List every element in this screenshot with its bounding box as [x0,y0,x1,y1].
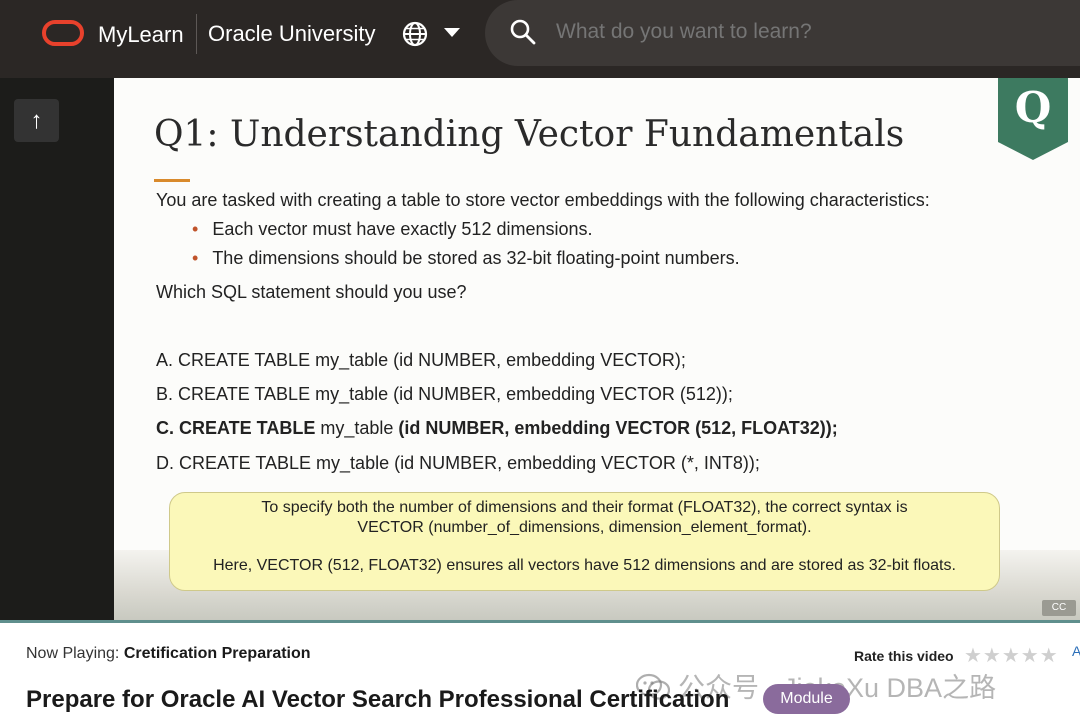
video-side-rail [0,78,114,620]
option-letter: C. [156,418,174,438]
star-rating-control[interactable]: ★★★★★ [964,643,1059,668]
now-playing-value: Cretification Preparation [123,645,311,662]
option-letter: A. [156,350,174,370]
option-letter: B. [156,384,174,404]
search-input[interactable] [556,20,1056,44]
bullet-dot-icon: • [192,248,199,268]
option-text: my_table [320,418,394,438]
video-info-panel: Now Playing: Cretification Preparation R… [0,623,1080,725]
option-a: A. CREATE TABLE my_table (id NUMBER, emb… [156,350,686,371]
oracle-logo-icon[interactable] [42,20,84,46]
option-text: CREATE TABLE my_table (id NUMBER, embedd… [178,384,733,404]
oracle-university-link[interactable]: Oracle University [208,21,375,47]
option-text-bold: (id NUMBER, embedding VECTOR (512, FLOAT… [398,418,838,438]
option-text-bold: CREATE TABLE [179,418,316,438]
requirement-bullet: • The dimensions should be stored as 32-b… [192,248,740,269]
option-letter: D. [156,453,174,473]
scroll-up-button[interactable]: ↑ [14,99,59,142]
course-title: Prepare for Oracle AI Vector Search Prof… [26,686,730,713]
now-playing: Now Playing: Cretification Preparation [26,645,311,663]
explanation-line: To specify both the number of dimensions… [261,499,908,516]
now-playing-label: Now Playing: [26,645,120,662]
mylearn-brand-link[interactable]: MyLearn [98,22,184,48]
header-divider [196,14,197,54]
module-badge: Module [763,684,850,714]
explanation-line: VECTOR (number_of_dimensions, dimension_… [357,519,812,536]
option-b: B. CREATE TABLE my_table (id NUMBER, emb… [156,384,733,405]
captions-icon[interactable]: CC [1042,600,1076,616]
question-intro: You are tasked with creating a table to … [156,190,930,210]
language-dropdown-chevron-down-icon[interactable] [444,28,460,37]
question-prompt: Which SQL statement should you use? [156,282,467,302]
answer-explanation-callout: To specify both the number of dimensions… [169,492,1000,591]
option-c-correct: C. CREATE TABLE my_table (id NUMBER, emb… [156,418,838,439]
bullet-text: The dimensions should be stored as 32-bi… [212,248,740,268]
bullet-text: Each vector must have exactly 512 dimens… [212,219,593,239]
q-ribbon-badge: Q [998,78,1068,160]
top-navigation-bar: MyLearn Oracle University [0,0,1080,78]
search-icon[interactable] [509,18,537,46]
q-badge-letter: Q [1015,83,1052,132]
globe-icon[interactable] [402,21,428,47]
option-text: CREATE TABLE my_table (id NUMBER, embedd… [178,350,686,370]
option-text: CREATE TABLE my_table (id NUMBER, embedd… [179,453,760,473]
question-title: Q1: Understanding Vector Fundamentals [154,114,905,155]
requirement-bullet: • Each vector must have exactly 512 dimen… [192,219,593,240]
video-frame[interactable]: Q Q1: Understanding Vector Fundamentals … [114,78,1080,620]
title-underline-accent [154,179,190,182]
rate-video-label: Rate this video [854,648,954,664]
truncated-link[interactable]: A [1072,643,1080,659]
bullet-dot-icon: • [192,219,199,239]
option-d: D. CREATE TABLE my_table (id NUMBER, emb… [156,453,760,474]
explanation-line: Here, VECTOR (512, FLOAT32) ensures all … [213,557,956,574]
